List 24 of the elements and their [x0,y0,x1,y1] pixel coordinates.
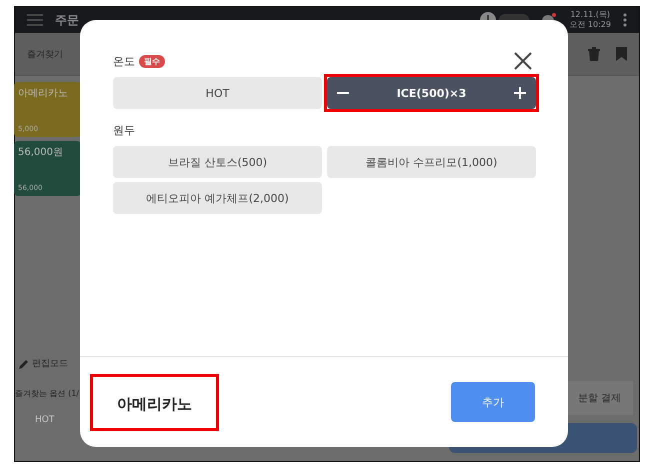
menu-icon[interactable] [27,14,43,26]
required-badge: 필수 [139,55,165,68]
option-button[interactable]: 콜롬비아 수프리모(1,000) [327,146,536,178]
split-payment-button[interactable]: 분할 결제 [566,381,633,415]
close-icon[interactable] [514,52,532,70]
add-button[interactable]: 추가 [451,382,535,422]
edit-mode-link[interactable]: 편집모드 [32,357,68,370]
pencil-icon [19,358,29,368]
option-button[interactable]: HOT [113,77,322,109]
trash-icon[interactable] [588,47,600,61]
nav-tab[interactable]: 주문 [55,12,79,28]
product-name: 아메리카노 [90,374,219,430]
plus-icon[interactable] [514,87,526,99]
more-icon[interactable] [623,13,627,27]
option-button[interactable]: 브라질 산토스(500) [113,146,322,178]
option-group-title: 원두 [113,123,135,138]
option-button[interactable]: ICE(500)×3 [327,77,536,109]
date-text: 12.11.(목) [570,10,610,20]
time-text: 오전 10:29 [569,20,611,30]
favorite-option[interactable]: HOT [15,403,81,461]
bookmark-icon[interactable] [616,47,627,61]
option-group-title: 온도 [113,54,135,69]
option-button[interactable]: 에티오피아 예가체프(2,000) [113,182,322,214]
favorite-options-title: 즐겨찾는 옵션 (1/ [15,388,80,399]
